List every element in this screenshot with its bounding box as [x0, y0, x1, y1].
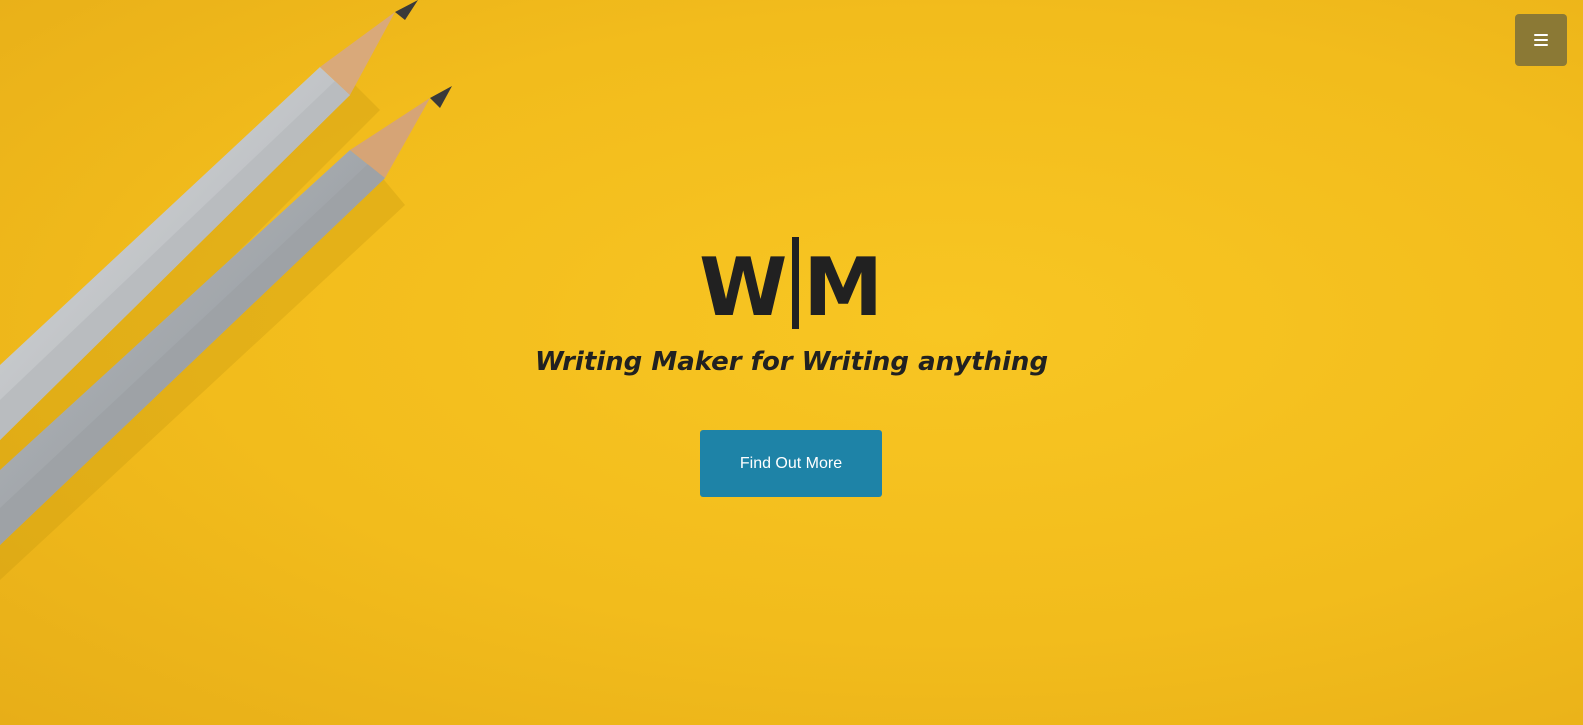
- hero-section: WM Writing Maker for Writing anything Fi…: [0, 0, 1583, 725]
- site-logo: WM: [0, 237, 1583, 338]
- logo-letter-left: W: [699, 241, 789, 334]
- hero-tagline: Writing Maker for Writing anything: [534, 347, 1049, 377]
- find-out-more-button[interactable]: Find Out More: [700, 430, 882, 497]
- hamburger-menu-icon: [1534, 34, 1548, 46]
- logo-letter-right: M: [803, 241, 884, 334]
- logo-divider: [792, 237, 800, 329]
- menu-toggle-button[interactable]: [1515, 14, 1567, 66]
